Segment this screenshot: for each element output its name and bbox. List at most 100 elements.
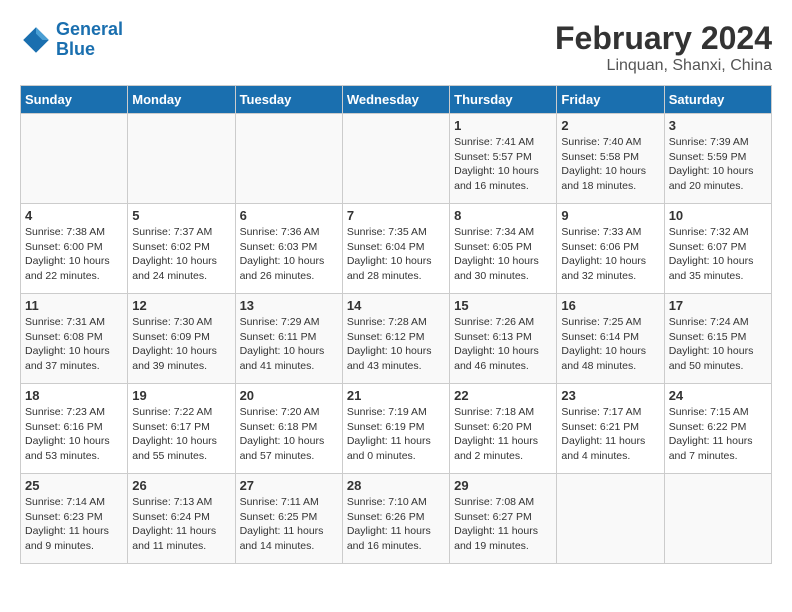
day-number: 29 bbox=[454, 478, 552, 493]
header-cell-tuesday: Tuesday bbox=[235, 86, 342, 114]
day-info: Sunrise: 7:28 AM Sunset: 6:12 PM Dayligh… bbox=[347, 315, 445, 374]
calendar-cell bbox=[128, 114, 235, 204]
calendar-week-3: 11 Sunrise: 7:31 AM Sunset: 6:08 PM Dayli… bbox=[21, 294, 772, 384]
header-cell-friday: Friday bbox=[557, 86, 664, 114]
calendar-cell: 4 Sunrise: 7:38 AM Sunset: 6:00 PM Daylig… bbox=[21, 204, 128, 294]
day-number: 20 bbox=[240, 388, 338, 403]
day-number: 19 bbox=[132, 388, 230, 403]
day-info: Sunrise: 7:11 AM Sunset: 6:25 PM Dayligh… bbox=[240, 495, 338, 554]
calendar-cell bbox=[235, 114, 342, 204]
calendar-cell: 21Sunrise: 7:19 AM Sunset: 6:19 PM Dayli… bbox=[342, 384, 449, 474]
day-info: Sunrise: 7:23 AM Sunset: 6:16 PM Dayligh… bbox=[25, 405, 123, 464]
logo-line2: Blue bbox=[56, 39, 95, 59]
calendar-cell: 16 Sunrise: 7:25 AM Sunset: 6:14 PM Dayli… bbox=[557, 294, 664, 384]
calendar-cell: 12 Sunrise: 7:30 AM Sunset: 6:09 PM Dayli… bbox=[128, 294, 235, 384]
day-info: Sunrise: 7:17 AM Sunset: 6:21 PM Dayligh… bbox=[561, 405, 659, 464]
day-info: Sunrise: 7:26 AM Sunset: 6:13 PM Dayligh… bbox=[454, 315, 552, 374]
page-header: General Blue February 2024 Linquan, Shan… bbox=[20, 20, 772, 75]
day-info: Sunrise: 7:20 AM Sunset: 6:18 PM Dayligh… bbox=[240, 405, 338, 464]
main-title: February 2024 bbox=[555, 20, 772, 57]
header-cell-thursday: Thursday bbox=[450, 86, 557, 114]
day-number: 8 bbox=[454, 208, 552, 223]
day-info: Sunrise: 7:10 AM Sunset: 6:26 PM Dayligh… bbox=[347, 495, 445, 554]
header-cell-monday: Monday bbox=[128, 86, 235, 114]
calendar-week-4: 18 Sunrise: 7:23 AM Sunset: 6:16 PM Dayli… bbox=[21, 384, 772, 474]
calendar-cell: 24 Sunrise: 7:15 AM Sunset: 6:22 PM Dayli… bbox=[664, 384, 771, 474]
day-number: 17 bbox=[669, 298, 767, 313]
day-number: 14 bbox=[347, 298, 445, 313]
day-info: Sunrise: 7:35 AM Sunset: 6:04 PM Dayligh… bbox=[347, 225, 445, 284]
day-number: 12 bbox=[132, 298, 230, 313]
day-number: 22 bbox=[454, 388, 552, 403]
day-number: 15 bbox=[454, 298, 552, 313]
subtitle: Linquan, Shanxi, China bbox=[555, 57, 772, 75]
day-info: Sunrise: 7:36 AM Sunset: 6:03 PM Dayligh… bbox=[240, 225, 338, 284]
logo-text: General Blue bbox=[56, 20, 123, 60]
calendar-cell: 25Sunrise: 7:14 AM Sunset: 6:23 PM Dayli… bbox=[21, 474, 128, 564]
day-number: 4 bbox=[25, 208, 123, 223]
day-info: Sunrise: 7:31 AM Sunset: 6:08 PM Dayligh… bbox=[25, 315, 123, 374]
day-info: Sunrise: 7:39 AM Sunset: 5:59 PM Dayligh… bbox=[669, 135, 767, 194]
day-number: 16 bbox=[561, 298, 659, 313]
calendar-cell: 10 Sunrise: 7:32 AM Sunset: 6:07 PM Dayli… bbox=[664, 204, 771, 294]
day-info: Sunrise: 7:30 AM Sunset: 6:09 PM Dayligh… bbox=[132, 315, 230, 374]
day-info: Sunrise: 7:13 AM Sunset: 6:24 PM Dayligh… bbox=[132, 495, 230, 554]
header-cell-wednesday: Wednesday bbox=[342, 86, 449, 114]
day-number: 10 bbox=[669, 208, 767, 223]
day-number: 24 bbox=[669, 388, 767, 403]
day-info: Sunrise: 7:29 AM Sunset: 6:11 PM Dayligh… bbox=[240, 315, 338, 374]
day-number: 3 bbox=[669, 118, 767, 133]
calendar-cell: 22Sunrise: 7:18 AM Sunset: 6:20 PM Dayli… bbox=[450, 384, 557, 474]
calendar-cell: 26 Sunrise: 7:13 AM Sunset: 6:24 PM Dayli… bbox=[128, 474, 235, 564]
day-info: Sunrise: 7:41 AM Sunset: 5:57 PM Dayligh… bbox=[454, 135, 552, 194]
calendar-cell: 29 Sunrise: 7:08 AM Sunset: 6:27 PM Dayli… bbox=[450, 474, 557, 564]
calendar-cell: 7 Sunrise: 7:35 AM Sunset: 6:04 PM Daylig… bbox=[342, 204, 449, 294]
day-number: 21 bbox=[347, 388, 445, 403]
day-info: Sunrise: 7:37 AM Sunset: 6:02 PM Dayligh… bbox=[132, 225, 230, 284]
day-info: Sunrise: 7:34 AM Sunset: 6:05 PM Dayligh… bbox=[454, 225, 552, 284]
day-info: Sunrise: 7:33 AM Sunset: 6:06 PM Dayligh… bbox=[561, 225, 659, 284]
calendar-cell: 17Sunrise: 7:24 AM Sunset: 6:15 PM Dayli… bbox=[664, 294, 771, 384]
calendar-cell: 9Sunrise: 7:33 AM Sunset: 6:06 PM Daylig… bbox=[557, 204, 664, 294]
calendar-cell bbox=[21, 114, 128, 204]
day-info: Sunrise: 7:40 AM Sunset: 5:58 PM Dayligh… bbox=[561, 135, 659, 194]
day-info: Sunrise: 7:08 AM Sunset: 6:27 PM Dayligh… bbox=[454, 495, 552, 554]
day-number: 26 bbox=[132, 478, 230, 493]
day-number: 2 bbox=[561, 118, 659, 133]
day-number: 1 bbox=[454, 118, 552, 133]
day-number: 18 bbox=[25, 388, 123, 403]
calendar-cell: 1 Sunrise: 7:41 AM Sunset: 5:57 PM Daylig… bbox=[450, 114, 557, 204]
calendar-cell: 20 Sunrise: 7:20 AM Sunset: 6:18 PM Dayli… bbox=[235, 384, 342, 474]
day-number: 11 bbox=[25, 298, 123, 313]
calendar-cell: 2 Sunrise: 7:40 AM Sunset: 5:58 PM Daylig… bbox=[557, 114, 664, 204]
calendar-cell: 23 Sunrise: 7:17 AM Sunset: 6:21 PM Dayli… bbox=[557, 384, 664, 474]
calendar-cell: 19 Sunrise: 7:22 AM Sunset: 6:17 PM Dayli… bbox=[128, 384, 235, 474]
calendar-body: 1 Sunrise: 7:41 AM Sunset: 5:57 PM Daylig… bbox=[21, 114, 772, 564]
day-info: Sunrise: 7:15 AM Sunset: 6:22 PM Dayligh… bbox=[669, 405, 767, 464]
calendar-cell: 27 Sunrise: 7:11 AM Sunset: 6:25 PM Dayli… bbox=[235, 474, 342, 564]
day-info: Sunrise: 7:25 AM Sunset: 6:14 PM Dayligh… bbox=[561, 315, 659, 374]
calendar-week-1: 1 Sunrise: 7:41 AM Sunset: 5:57 PM Daylig… bbox=[21, 114, 772, 204]
day-number: 7 bbox=[347, 208, 445, 223]
day-info: Sunrise: 7:38 AM Sunset: 6:00 PM Dayligh… bbox=[25, 225, 123, 284]
day-number: 25 bbox=[25, 478, 123, 493]
day-number: 27 bbox=[240, 478, 338, 493]
day-info: Sunrise: 7:32 AM Sunset: 6:07 PM Dayligh… bbox=[669, 225, 767, 284]
calendar-cell: 15 Sunrise: 7:26 AM Sunset: 6:13 PM Dayli… bbox=[450, 294, 557, 384]
calendar-week-5: 25Sunrise: 7:14 AM Sunset: 6:23 PM Dayli… bbox=[21, 474, 772, 564]
calendar-cell bbox=[664, 474, 771, 564]
calendar-cell: 3 Sunrise: 7:39 AM Sunset: 5:59 PM Daylig… bbox=[664, 114, 771, 204]
header-row: SundayMondayTuesdayWednesdayThursdayFrid… bbox=[21, 86, 772, 114]
calendar-cell bbox=[342, 114, 449, 204]
calendar-cell: 11 Sunrise: 7:31 AM Sunset: 6:08 PM Dayli… bbox=[21, 294, 128, 384]
calendar-header: SundayMondayTuesdayWednesdayThursdayFrid… bbox=[21, 86, 772, 114]
day-number: 23 bbox=[561, 388, 659, 403]
calendar-cell: 28Sunrise: 7:10 AM Sunset: 6:26 PM Dayli… bbox=[342, 474, 449, 564]
header-cell-sunday: Sunday bbox=[21, 86, 128, 114]
logo: General Blue bbox=[20, 20, 123, 60]
day-info: Sunrise: 7:22 AM Sunset: 6:17 PM Dayligh… bbox=[132, 405, 230, 464]
calendar-cell: 6Sunrise: 7:36 AM Sunset: 6:03 PM Daylig… bbox=[235, 204, 342, 294]
day-number: 5 bbox=[132, 208, 230, 223]
logo-line1: General bbox=[56, 19, 123, 39]
logo-icon bbox=[20, 24, 52, 56]
